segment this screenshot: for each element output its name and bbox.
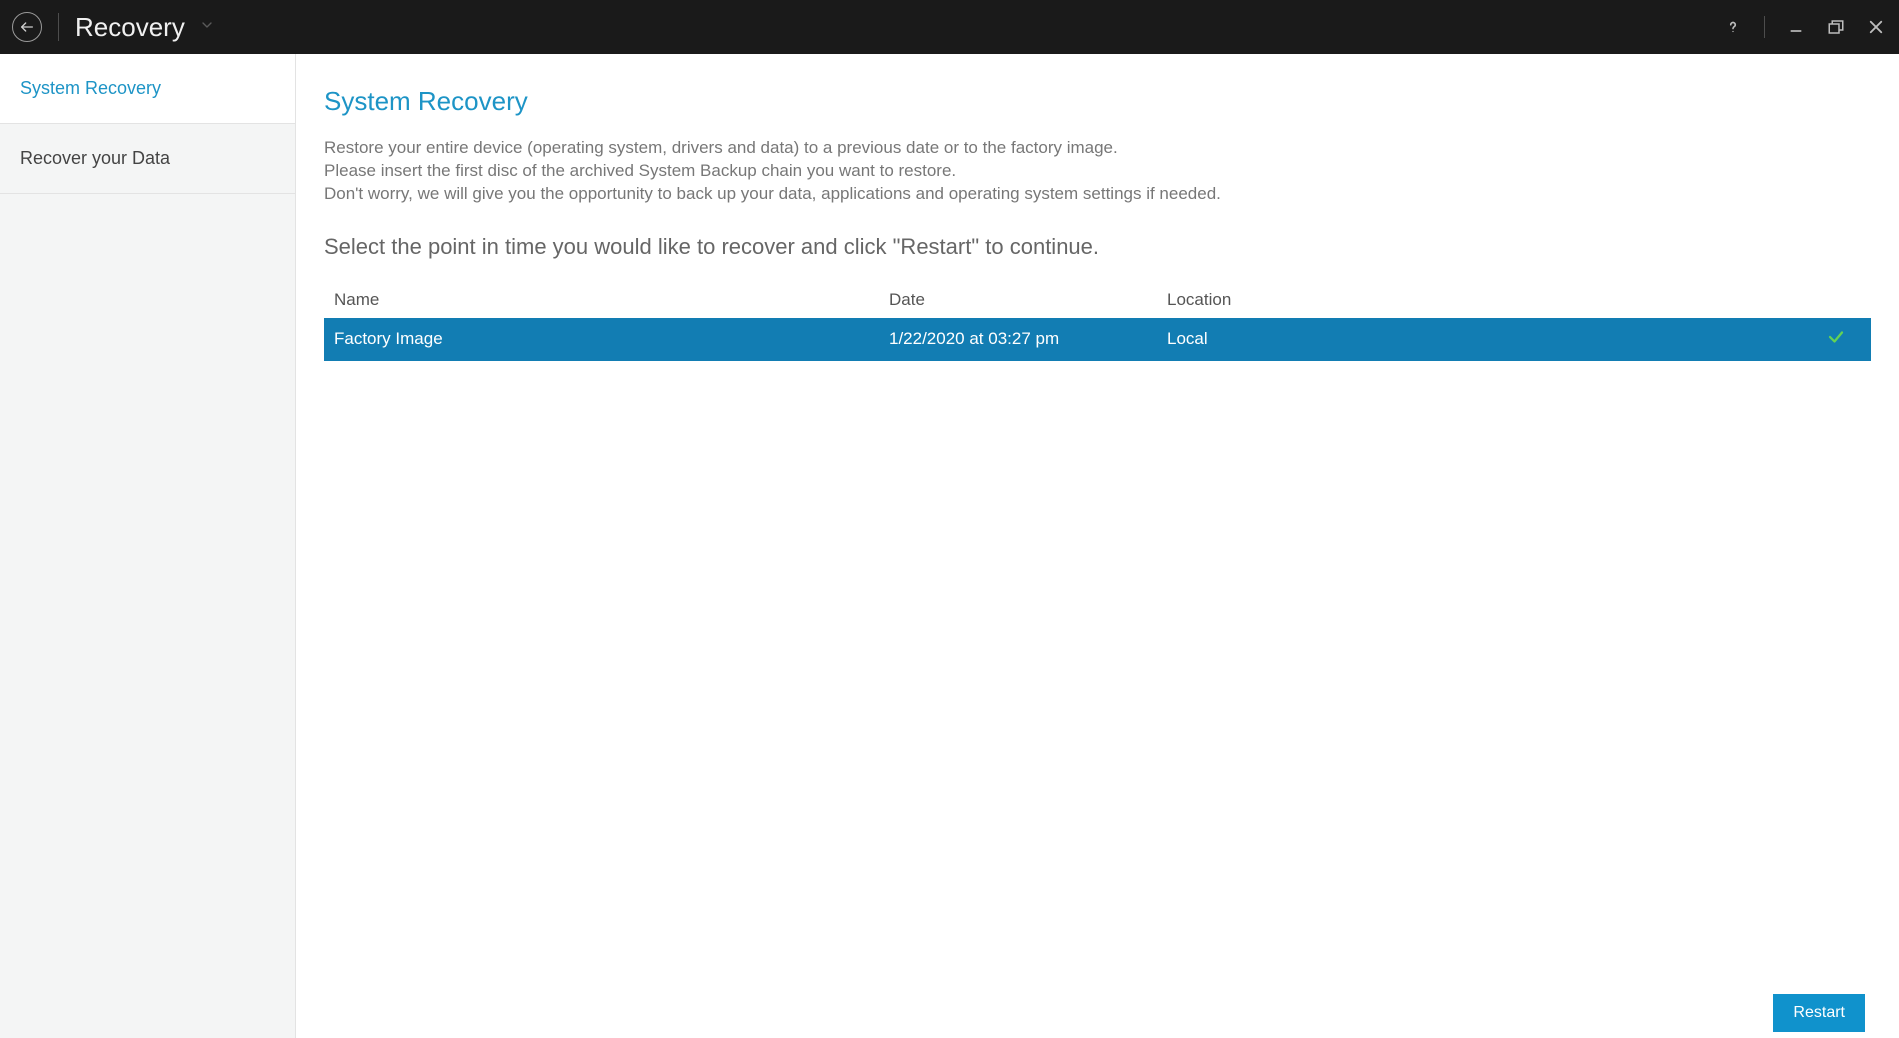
table-header: Name Date Location <box>324 282 1871 318</box>
sidebar: System Recovery Recover your Data <box>0 54 296 1038</box>
back-arrow-icon <box>19 19 35 35</box>
row-date: 1/22/2020 at 03:27 pm <box>889 329 1167 349</box>
row-name: Factory Image <box>334 329 889 349</box>
help-icon <box>1724 18 1742 36</box>
main-content: System Recovery Restore your entire devi… <box>296 54 1899 1038</box>
titlebar: Recovery <box>0 0 1899 54</box>
sidebar-item-system-recovery[interactable]: System Recovery <box>0 54 295 124</box>
page-title: System Recovery <box>324 86 1871 117</box>
minimize-button[interactable] <box>1785 16 1807 38</box>
sidebar-item-label: System Recovery <box>20 78 161 98</box>
sidebar-item-label: Recover your Data <box>20 148 170 168</box>
titlebar-separator <box>58 13 59 41</box>
description-line: Don't worry, we will give you the opport… <box>324 183 1871 206</box>
description-line: Please insert the first disc of the arch… <box>324 160 1871 183</box>
column-header-name: Name <box>334 290 889 310</box>
back-button[interactable] <box>12 12 42 42</box>
check-icon <box>1827 328 1845 346</box>
chevron-down-icon <box>199 17 215 33</box>
description-line: Restore your entire device (operating sy… <box>324 137 1871 160</box>
close-icon <box>1867 18 1885 36</box>
row-selected-check <box>1811 328 1861 351</box>
row-location: Local <box>1167 329 1811 349</box>
column-header-date: Date <box>889 290 1167 310</box>
restart-button[interactable]: Restart <box>1773 994 1865 1032</box>
sidebar-item-recover-data[interactable]: Recover your Data <box>0 124 295 194</box>
title-dropdown[interactable] <box>199 17 215 38</box>
help-button[interactable] <box>1722 16 1744 38</box>
page-description: Restore your entire device (operating sy… <box>324 137 1871 206</box>
column-header-location: Location <box>1167 290 1811 310</box>
instruction-text: Select the point in time you would like … <box>324 234 1871 260</box>
titlebar-separator-right <box>1764 16 1765 38</box>
table-row[interactable]: Factory Image 1/22/2020 at 03:27 pm Loca… <box>324 318 1871 361</box>
window-controls <box>1722 16 1887 38</box>
maximize-button[interactable] <box>1825 16 1847 38</box>
app-title: Recovery <box>75 12 185 43</box>
maximize-icon <box>1827 18 1845 36</box>
recovery-points-table: Name Date Location Factory Image 1/22/20… <box>324 282 1871 361</box>
close-button[interactable] <box>1865 16 1887 38</box>
footer: Restart <box>324 982 1871 1038</box>
minimize-icon <box>1788 19 1804 35</box>
